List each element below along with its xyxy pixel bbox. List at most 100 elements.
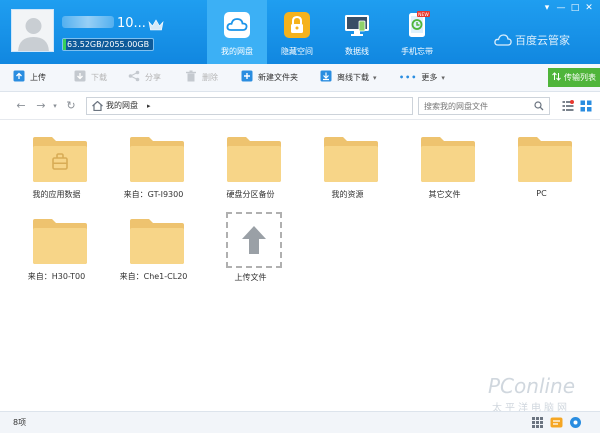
phone-icon: NEW xyxy=(409,11,430,37)
folder-icon xyxy=(421,137,475,182)
lock-icon xyxy=(284,12,310,38)
file-grid: 我的应用数据 来自：GT-I9300 硬盘分区备份 我的资源 其它文件 PC 来… xyxy=(0,121,600,411)
address-bar: ← → ▾ ↻ 我的网盘 ▸ xyxy=(0,92,600,120)
header-bar: 10... 63.52GB/2055.00GB 我的网盘 隐藏空间 数据线 NE… xyxy=(0,0,600,64)
item-count: 8项 xyxy=(13,418,27,427)
search-icon[interactable] xyxy=(534,101,544,111)
delete-button[interactable]: 删除 xyxy=(185,64,218,92)
download-button[interactable]: 下载 xyxy=(74,64,107,92)
more-button[interactable]: ••• 更多 ▾ xyxy=(399,64,445,92)
folder-item[interactable]: 来自：H30-T00 xyxy=(8,203,105,283)
history-dropdown-icon[interactable]: ▾ xyxy=(50,99,60,113)
menu-dropdown-button[interactable]: ▾ xyxy=(540,1,554,15)
folder-icon xyxy=(33,219,87,264)
tab-hidden-space[interactable]: 隐藏空间 xyxy=(267,0,327,64)
breadcrumb[interactable]: 我的网盘 ▸ xyxy=(86,97,413,115)
folder-name: 其它文件 xyxy=(428,190,461,199)
tab-phone-forgot-label: 手机忘带 xyxy=(401,47,433,56)
trash-icon xyxy=(186,70,196,82)
toolbar: 上传 下载 分享 删除 新建文件夹 离线下载 ▾ ••• 更多 ▾ 传输列表 xyxy=(0,64,600,92)
tab-hidden-space-label: 隐藏空间 xyxy=(281,47,313,56)
upload-icon xyxy=(13,70,25,82)
username[interactable]: 10... xyxy=(62,14,192,34)
settings-icon[interactable] xyxy=(569,416,582,429)
forward-arrow-icon[interactable]: → xyxy=(34,99,48,113)
status-bar: 8项 xyxy=(0,411,600,433)
folder-name: 我的应用数据 xyxy=(32,190,81,199)
folder-name: 硬盘分区备份 xyxy=(226,190,275,199)
folder-item[interactable]: 来自：GT-I9300 xyxy=(105,121,202,201)
maximize-button[interactable]: □ xyxy=(568,1,582,15)
offline-download-button[interactable]: 离线下载 ▾ xyxy=(320,64,377,92)
download-label: 下载 xyxy=(91,73,107,82)
more-dots-icon: ••• xyxy=(399,73,418,82)
breadcrumb-current[interactable]: 我的网盘 xyxy=(106,98,138,114)
tab-my-netdisk[interactable]: 我的网盘 xyxy=(207,0,267,64)
folder-item[interactable]: 我的应用数据 xyxy=(8,121,105,201)
close-button[interactable]: ✕ xyxy=(582,1,596,15)
upload-button[interactable]: 上传 xyxy=(13,64,46,92)
folder-icon xyxy=(130,219,184,264)
offline-download-icon xyxy=(320,70,332,82)
more-label: 更多 xyxy=(421,73,438,82)
grid-status-icon[interactable] xyxy=(531,416,544,429)
search-input[interactable] xyxy=(419,98,529,114)
transfer-list-button[interactable]: 传输列表 xyxy=(548,68,600,87)
delete-label: 删除 xyxy=(202,73,218,82)
new-folder-label: 新建文件夹 xyxy=(258,73,298,82)
folder-name: 来自：H30-T00 xyxy=(27,272,86,281)
upload-label: 上传 xyxy=(30,73,46,82)
folder-item[interactable]: 我的资源 xyxy=(299,121,396,201)
folder-icon xyxy=(130,137,184,182)
brand-logo: 百度云管家 xyxy=(494,32,594,50)
home-icon xyxy=(92,101,103,111)
folder-item[interactable]: 硬盘分区备份 xyxy=(202,121,299,201)
folder-item[interactable]: 来自：Che1-CL20 xyxy=(105,203,202,283)
window-controls: ▾ — □ ✕ xyxy=(540,1,596,15)
tab-data-cable[interactable]: 数据线 xyxy=(327,0,387,64)
folder-name: PC xyxy=(536,189,547,198)
offline-dropdown-icon: ▾ xyxy=(373,74,377,82)
folder-icon xyxy=(324,137,378,182)
upload-file-label: 上传文件 xyxy=(234,273,267,282)
username-text: 10... xyxy=(117,16,146,31)
refresh-icon[interactable]: ↻ xyxy=(64,99,78,113)
add-folder-icon xyxy=(241,70,253,82)
crown-icon[interactable] xyxy=(148,18,164,32)
folder-item[interactable]: PC xyxy=(493,121,590,201)
download-icon xyxy=(74,70,86,82)
upload-file-tile[interactable]: 上传文件 xyxy=(202,200,299,282)
monitor-icon xyxy=(345,15,369,36)
brand-cloud-icon xyxy=(494,34,512,46)
tab-my-netdisk-label: 我的网盘 xyxy=(221,47,253,56)
storage-quota-bar: 63.52GB/2055.00GB xyxy=(62,38,154,51)
minimize-button[interactable]: — xyxy=(554,1,568,15)
tab-phone-forgot[interactable]: NEW 手机忘带 xyxy=(387,0,447,64)
cloud-icon xyxy=(224,12,250,38)
folder-icon xyxy=(227,137,281,182)
folder-icon xyxy=(518,137,572,182)
search-box xyxy=(418,97,550,115)
offline-download-label: 离线下载 xyxy=(337,73,369,82)
back-arrow-icon[interactable]: ← xyxy=(14,99,28,113)
more-dropdown-icon: ▾ xyxy=(441,74,445,82)
app-folder-icon xyxy=(33,137,87,182)
folder-item[interactable]: 其它文件 xyxy=(396,121,493,201)
upload-dropzone[interactable] xyxy=(226,212,282,268)
share-button[interactable]: 分享 xyxy=(128,64,161,92)
storage-quota-text: 63.52GB/2055.00GB xyxy=(67,40,150,49)
folder-name: 来自：GT-I9300 xyxy=(123,190,184,199)
brand-text: 百度云管家 xyxy=(515,34,570,47)
avatar[interactable] xyxy=(11,9,54,52)
grid-view-icon[interactable] xyxy=(580,100,592,112)
upload-arrow-icon xyxy=(242,226,266,254)
share-icon xyxy=(128,70,140,82)
notification-icon[interactable] xyxy=(550,416,563,429)
new-folder-button[interactable]: 新建文件夹 xyxy=(241,64,298,92)
list-view-icon[interactable] xyxy=(562,100,574,112)
new-badge: NEW xyxy=(418,12,429,18)
breadcrumb-arrow-icon[interactable]: ▸ xyxy=(147,98,151,114)
username-blurred xyxy=(62,16,114,28)
folder-name: 来自：Che1-CL20 xyxy=(119,272,188,281)
transfer-list-label: 传输列表 xyxy=(564,73,596,82)
